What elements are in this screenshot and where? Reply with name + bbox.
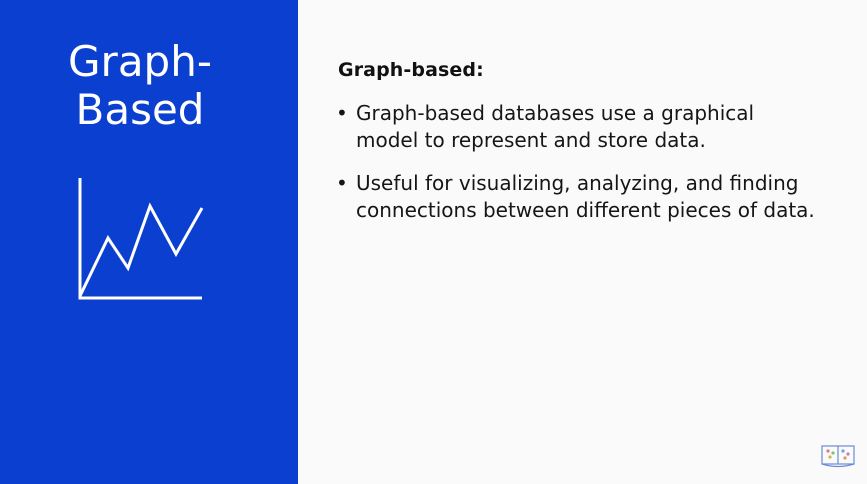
panel-title-line1: Graph- (68, 37, 212, 86)
title-panel: Graph- Based (0, 0, 298, 484)
bullet-dot-icon: • (336, 171, 348, 195)
content-heading: Graph-based: (338, 59, 484, 81)
line-graph-icon (78, 178, 204, 300)
bullet-text: Graph-based databases use a graphical mo… (356, 101, 755, 152)
bullet-item: • Graph-based databases use a graphical … (336, 100, 816, 154)
book-logo-icon (821, 445, 855, 468)
panel-title: Graph- Based (0, 38, 280, 134)
bullet-dot-icon: • (336, 101, 348, 125)
panel-title-line2: Based (75, 85, 205, 134)
bullet-item: • Useful for visualizing, analyzing, and… (336, 170, 816, 224)
slide: Graph- Based Graph-based: • Graph-based … (0, 0, 867, 484)
bullet-list: • Graph-based databases use a graphical … (336, 100, 816, 240)
bullet-text: Useful for visualizing, analyzing, and f… (356, 171, 815, 222)
content-panel: Graph-based: • Graph-based databases use… (298, 0, 867, 484)
